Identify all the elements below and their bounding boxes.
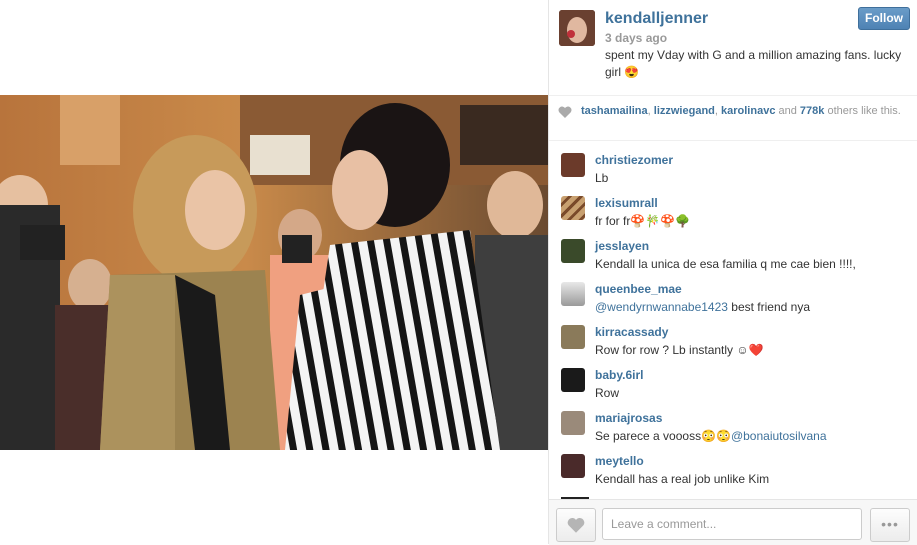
comment-avatar[interactable] xyxy=(561,325,585,349)
heart-icon xyxy=(567,517,585,533)
comment-username[interactable]: meytello xyxy=(595,454,644,468)
photo-area xyxy=(0,0,548,544)
comment-item: kirracassady Row for row ? Lb instantly … xyxy=(549,320,917,363)
post-photo-image xyxy=(0,95,548,450)
comment-item: meytello Kendall has a real job unlike K… xyxy=(549,449,917,492)
comment-item: jesslayen Kendall la unica de esa famili… xyxy=(549,234,917,277)
comment-text: fr for fr🍄🎋🍄🌳 xyxy=(595,214,691,228)
post-photo[interactable] xyxy=(0,95,548,450)
comment-avatar[interactable] xyxy=(561,239,585,263)
likes-text: tashamailina, lizzwiegand, karolinavc an… xyxy=(581,105,901,117)
post-header: kendalljenner 3 days ago spent my Vday w… xyxy=(549,0,917,96)
comment-footer: ••• xyxy=(549,499,917,545)
comment-mention[interactable]: @bonaiutosilvana xyxy=(731,429,827,443)
post-detail-panel: kendalljenner 3 days ago spent my Vday w… xyxy=(548,0,917,545)
comment-input[interactable] xyxy=(602,508,862,540)
post-caption: spent my Vday with G and a million amazi… xyxy=(605,48,902,79)
comment-item: lexisumrall fr for fr🍄🎋🍄🌳 xyxy=(549,191,917,234)
likes-others-count[interactable]: 778k xyxy=(800,105,824,117)
comment-text: @wendyrnwannabe1423 best friend nya xyxy=(595,300,811,314)
liker-name[interactable]: karolinavc xyxy=(721,105,775,117)
comment-text: Kendall la unica de esa familia q me cae… xyxy=(595,257,856,271)
comment-text: Row for row ? Lb instantly ☺❤️ xyxy=(595,343,764,357)
comment-username[interactable]: mariajrosas xyxy=(595,411,662,425)
liker-name[interactable]: tashamailina xyxy=(581,105,648,117)
comment-item: mariajrosas Se parece a voooss😳😳@bonaiut… xyxy=(549,406,917,449)
comment-username[interactable]: christiezomer xyxy=(595,153,673,167)
likes-row: tashamailina, lizzwiegand, karolinavc an… xyxy=(549,96,917,141)
comment-text: Se parece a voooss😳😳@bonaiutosilvana xyxy=(595,429,827,443)
heart-icon xyxy=(558,106,572,118)
post-age: 3 days ago xyxy=(605,31,668,45)
comment-avatar[interactable] xyxy=(561,153,585,177)
comment-mention[interactable]: @wendyrnwannabe1423 xyxy=(595,300,728,314)
comment-text: Row xyxy=(595,386,620,400)
liker-name[interactable]: lizzwiegand xyxy=(654,105,715,117)
owner-avatar[interactable] xyxy=(559,10,595,46)
comment-username[interactable]: baby.6irl xyxy=(595,368,643,382)
comment-item: queenbee_mae @wendyrnwannabe1423 best fr… xyxy=(549,277,917,320)
comment-item: christiezomer Lb xyxy=(549,148,917,191)
comment-username[interactable]: jesslayen xyxy=(595,239,649,253)
comment-avatar[interactable] xyxy=(561,282,585,306)
owner-username[interactable]: kendalljenner xyxy=(605,10,708,28)
like-button[interactable] xyxy=(556,508,596,542)
comment-username[interactable]: queenbee_mae xyxy=(595,282,682,296)
comment-avatar[interactable] xyxy=(561,368,585,392)
comment-item: baby.6irl Row xyxy=(549,363,917,406)
comment-username[interactable]: lexisumrall xyxy=(595,196,658,210)
comment-username[interactable]: kirracassady xyxy=(595,325,668,339)
comment-text: Lb xyxy=(595,171,609,185)
comment-avatar[interactable] xyxy=(561,411,585,435)
ellipsis-icon[interactable]: ••• xyxy=(870,508,910,542)
comments-list[interactable]: christiezomer Lb lexisumrall fr for fr🍄🎋… xyxy=(549,148,917,498)
follow-button[interactable]: Follow xyxy=(858,7,910,30)
comment-avatar[interactable] xyxy=(561,454,585,478)
comment-avatar[interactable] xyxy=(561,196,585,220)
comment-text: Kendall has a real job unlike Kim xyxy=(595,472,770,486)
owner-avatar-image xyxy=(559,10,595,46)
